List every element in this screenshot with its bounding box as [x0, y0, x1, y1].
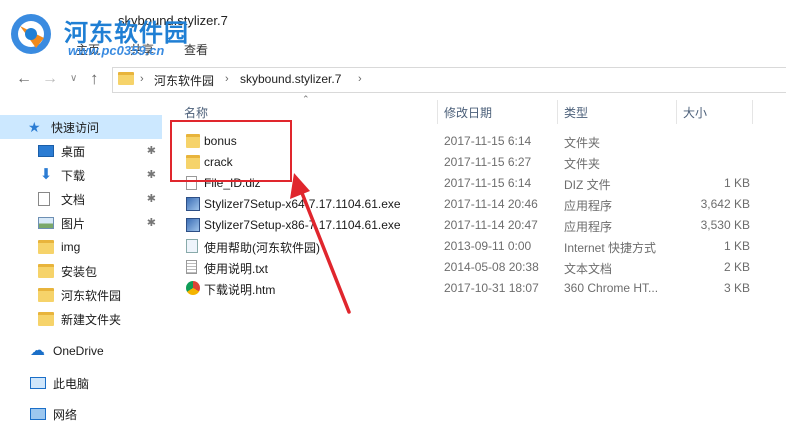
file-date: 2017-11-14 20:47: [444, 218, 538, 232]
folder-icon: [38, 288, 54, 302]
file-size: 3,530 KB: [700, 218, 750, 232]
text-file-icon: [186, 260, 197, 274]
file-size: 3 KB: [723, 281, 750, 295]
file-date: 2017-11-15 6:14: [444, 176, 532, 190]
file-name: 使用帮助(河东软件园): [204, 241, 320, 255]
pin-icon[interactable]: ✱: [147, 168, 156, 181]
sidebar-item-desktop[interactable]: 桌面 ✱: [0, 139, 162, 163]
file-type: 文本文档: [564, 262, 613, 276]
recent-locations-chevron-icon[interactable]: ∨: [70, 73, 77, 84]
watermark-url: www.pc0359.cn: [68, 43, 165, 58]
chrome-html-icon: [186, 281, 200, 295]
download-arrow-icon: ⬇: [39, 166, 53, 183]
sidebar-item-onedrive[interactable]: ☁ OneDrive: [0, 339, 162, 363]
breadcrumb-item[interactable]: 河东软件园: [154, 72, 214, 89]
computer-icon: [30, 377, 46, 389]
folder-icon: [38, 264, 54, 278]
sidebar-item-documents[interactable]: 文档 ✱: [0, 187, 162, 211]
file-type: 应用程序: [564, 220, 613, 234]
file-type: DIZ 文件: [564, 178, 611, 192]
file-size: 1 KB: [723, 176, 750, 190]
column-divider[interactable]: [676, 100, 677, 124]
back-arrow-icon[interactable]: ←: [16, 70, 32, 88]
up-arrow-icon[interactable]: ↑: [90, 69, 99, 89]
sidebar-item-folder[interactable]: 安装包: [0, 259, 162, 283]
file-type: 应用程序: [564, 199, 613, 213]
breadcrumb-item[interactable]: skybound.stylizer.7: [240, 72, 341, 86]
file-date: 2017-11-15 6:27: [444, 155, 532, 169]
column-header-size[interactable]: 大小: [683, 104, 707, 122]
file-date: 2017-11-15 6:14: [444, 134, 532, 148]
file-row[interactable]: 使用说明.txt 2014-05-08 20:38 文本文档 2 KB: [180, 257, 786, 278]
sidebar-item-folder[interactable]: img: [0, 235, 162, 259]
star-icon: ★: [28, 119, 41, 135]
forward-arrow-icon[interactable]: →: [42, 70, 58, 88]
sidebar-item-downloads[interactable]: ⬇ 下载 ✱: [0, 163, 162, 187]
address-folder-icon: [118, 72, 134, 85]
desktop-icon: [38, 145, 54, 157]
sidebar-item-this-pc[interactable]: 此电脑: [0, 371, 162, 395]
file-date: 2017-11-14 20:46: [444, 197, 538, 211]
sidebar-item-quick-access[interactable]: ★ 快速访问: [0, 115, 162, 139]
file-size: 2 KB: [723, 260, 750, 274]
file-row[interactable]: Stylizer7Setup-x86-7.17.1104.61.exe 2017…: [180, 215, 786, 236]
sidebar-item-network[interactable]: 网络: [0, 402, 162, 426]
file-row[interactable]: Stylizer7Setup-x64-7.17.1104.61.exe 2017…: [180, 194, 786, 215]
file-name: Stylizer7Setup-x64-7.17.1104.61.exe: [204, 197, 401, 211]
column-divider[interactable]: [437, 100, 438, 124]
column-divider[interactable]: [752, 100, 753, 124]
file-name: Stylizer7Setup-x86-7.17.1104.61.exe: [204, 218, 401, 232]
sidebar-item-pictures[interactable]: 图片 ✱: [0, 211, 162, 235]
breadcrumb-chevron-icon[interactable]: ›: [140, 73, 144, 85]
column-header-date[interactable]: 修改日期: [444, 104, 492, 122]
file-row[interactable]: 使用帮助(河东软件园) 2013-09-11 0:00 Internet 快捷方…: [180, 236, 786, 257]
file-type: Internet 快捷方式: [564, 241, 657, 255]
folder-icon: [38, 240, 54, 254]
pin-icon[interactable]: ✱: [147, 192, 156, 205]
network-icon: [30, 408, 46, 420]
file-date: 2017-10-31 18:07: [444, 281, 539, 295]
column-divider[interactable]: [557, 100, 558, 124]
file-type: 360 Chrome HT...: [564, 281, 659, 295]
document-icon: [38, 192, 50, 206]
annotation-highlight-box: [170, 120, 292, 182]
sidebar-item-folder[interactable]: 河东软件园: [0, 283, 162, 307]
sort-ascending-icon: ⌃: [302, 94, 310, 104]
breadcrumb-chevron-icon[interactable]: ›: [358, 73, 362, 85]
column-header-type[interactable]: 类型: [564, 104, 588, 122]
picture-icon: [38, 217, 54, 229]
file-name: 下载说明.htm: [204, 283, 276, 297]
folder-icon: [38, 312, 54, 326]
installer-icon: [186, 218, 200, 232]
installer-icon: [186, 197, 200, 211]
file-size: 3,642 KB: [700, 197, 750, 211]
file-row[interactable]: 下载说明.htm 2017-10-31 18:07 360 Chrome HT.…: [180, 278, 786, 299]
file-size: 1 KB: [723, 239, 750, 253]
pin-icon[interactable]: ✱: [147, 144, 156, 157]
file-type: 文件夹: [564, 157, 601, 171]
file-type: 文件夹: [564, 136, 601, 150]
breadcrumb-chevron-icon[interactable]: ›: [225, 73, 229, 85]
pin-icon[interactable]: ✱: [147, 216, 156, 229]
cloud-icon: ☁: [30, 342, 45, 359]
sidebar-item-folder[interactable]: 新建文件夹: [0, 307, 162, 331]
internet-shortcut-icon: [186, 239, 198, 253]
file-name: 使用说明.txt: [204, 262, 269, 276]
file-date: 2014-05-08 20:38: [444, 260, 539, 274]
watermark-logo-icon: [11, 14, 51, 54]
file-date: 2013-09-11 0:00: [444, 239, 532, 253]
